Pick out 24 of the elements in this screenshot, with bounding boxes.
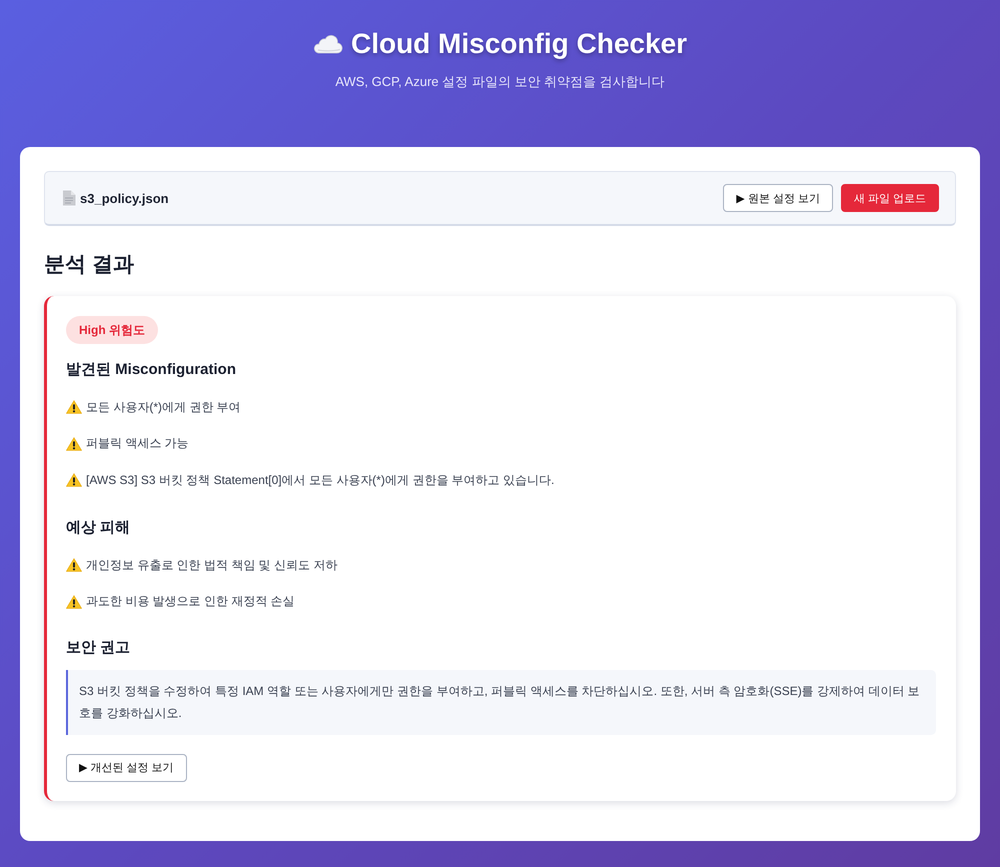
warning-icon — [66, 558, 82, 572]
finding-text: 모든 사용자(*)에게 권한 부여 — [86, 398, 241, 416]
risk-badge: High 위험도 — [66, 316, 158, 344]
results-title: 분석 결과 — [44, 252, 135, 278]
warning-icon — [66, 400, 82, 414]
finding-text: 퍼블릭 액세스 가능 — [86, 435, 189, 452]
finding-text: 과도한 비용 발생으로 인한 재정적 손실 — [86, 593, 295, 610]
warning-icon — [66, 473, 82, 487]
file-icon — [62, 190, 76, 206]
cloud-icon — [312, 34, 343, 54]
finding-text: 개인정보 유출로 인한 법적 책임 및 신뢰도 저하 — [86, 556, 338, 574]
app-title: Cloud Misconfig Checker — [350, 27, 688, 61]
section-heading: 예상 피해 — [66, 518, 132, 538]
warning-icon — [66, 436, 82, 450]
view-improved-button[interactable]: ▶ 개선된 설정 보기 — [66, 754, 187, 782]
file-name: s3_policy.json — [80, 190, 169, 206]
section-heading: 보안 권고 — [66, 638, 132, 658]
finding-text: [AWS S3] S3 버킷 정책 Statement[0]에서 모든 사용자(*)에게 권한을 부여하고 있습니다. — [86, 472, 554, 488]
recommendation-box: S3 버킷 정책을 수정하여 특정 IAM 역할 또는 사용자에게만 권한을 부여하고, 퍼블릭 액세스를 차단하십시오. 또한, 서버 측 암호화(SSE)를 강제하여 데이터 보호를 강화하십시오. — [66, 670, 936, 734]
view-original-button[interactable]: ▶ 원본 설정 보기 — [723, 184, 833, 212]
warning-icon — [66, 594, 82, 608]
section-heading: 발견된 Misconfiguration — [66, 360, 237, 380]
upload-button[interactable]: 새 파일 업로드 — [840, 184, 939, 212]
app-subtitle: AWS, GCP, Azure 설정 파일의 보안 취약점을 검사합니다 — [335, 74, 665, 90]
